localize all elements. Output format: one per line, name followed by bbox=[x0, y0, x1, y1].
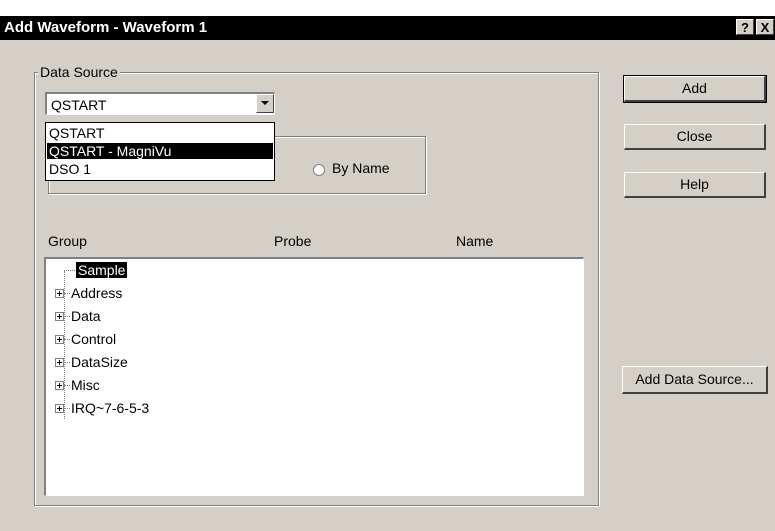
expand-icon[interactable] bbox=[55, 335, 64, 344]
add-button[interactable]: Add bbox=[623, 75, 767, 103]
data-source-combo[interactable]: QSTART bbox=[45, 92, 275, 115]
dropdown-option[interactable]: QSTART bbox=[47, 125, 275, 141]
data-source-legend: Data Source bbox=[38, 64, 120, 80]
tree-item-label: IRQ~7-6-5-3 bbox=[71, 400, 150, 416]
help-button[interactable]: Help bbox=[624, 172, 766, 198]
expand-icon[interactable] bbox=[55, 404, 64, 413]
by-name-radio[interactable] bbox=[313, 164, 325, 176]
add-data-source-button[interactable]: Add Data Source... bbox=[622, 366, 768, 394]
close-button[interactable]: Close bbox=[624, 124, 766, 150]
data-source-value: QSTART bbox=[51, 97, 107, 113]
group-column-header: Group bbox=[48, 233, 87, 249]
window-title: Add Waveform - Waveform 1 bbox=[4, 19, 208, 36]
by-name-label: By Name bbox=[332, 160, 390, 176]
close-title-button[interactable]: X bbox=[756, 19, 774, 35]
help-title-button[interactable]: ? bbox=[736, 19, 754, 35]
tree-item-label: Misc bbox=[71, 377, 100, 393]
expand-icon[interactable] bbox=[55, 312, 64, 321]
probe-column-header: Probe bbox=[274, 233, 312, 249]
dropdown-option-selected[interactable]: QSTART - MagniVu bbox=[47, 143, 273, 159]
tree-item-label: DataSize bbox=[71, 354, 128, 370]
expand-icon[interactable] bbox=[55, 381, 64, 390]
tree-item-label: Address bbox=[71, 285, 123, 301]
tree-item-label: Data bbox=[71, 308, 101, 324]
tree-item-label: Control bbox=[71, 331, 117, 347]
add-waveform-dialog: Add Waveform - Waveform 1 ? X Data Sourc… bbox=[0, 16, 775, 531]
name-column-header: Name bbox=[456, 233, 494, 249]
title-bar: Add Waveform - Waveform 1 ? X bbox=[0, 16, 775, 40]
data-source-dropdown: QSTART QSTART - MagniVu DSO 1 bbox=[45, 122, 275, 181]
dropdown-option[interactable]: DSO 1 bbox=[47, 161, 275, 177]
tree-item-label: Sample bbox=[76, 262, 128, 278]
expand-icon[interactable] bbox=[55, 289, 64, 298]
chevron-down-icon[interactable] bbox=[256, 94, 274, 113]
signal-tree[interactable]: Sample Address Data Control DataSize Mis… bbox=[44, 257, 584, 496]
expand-icon[interactable] bbox=[55, 358, 64, 367]
